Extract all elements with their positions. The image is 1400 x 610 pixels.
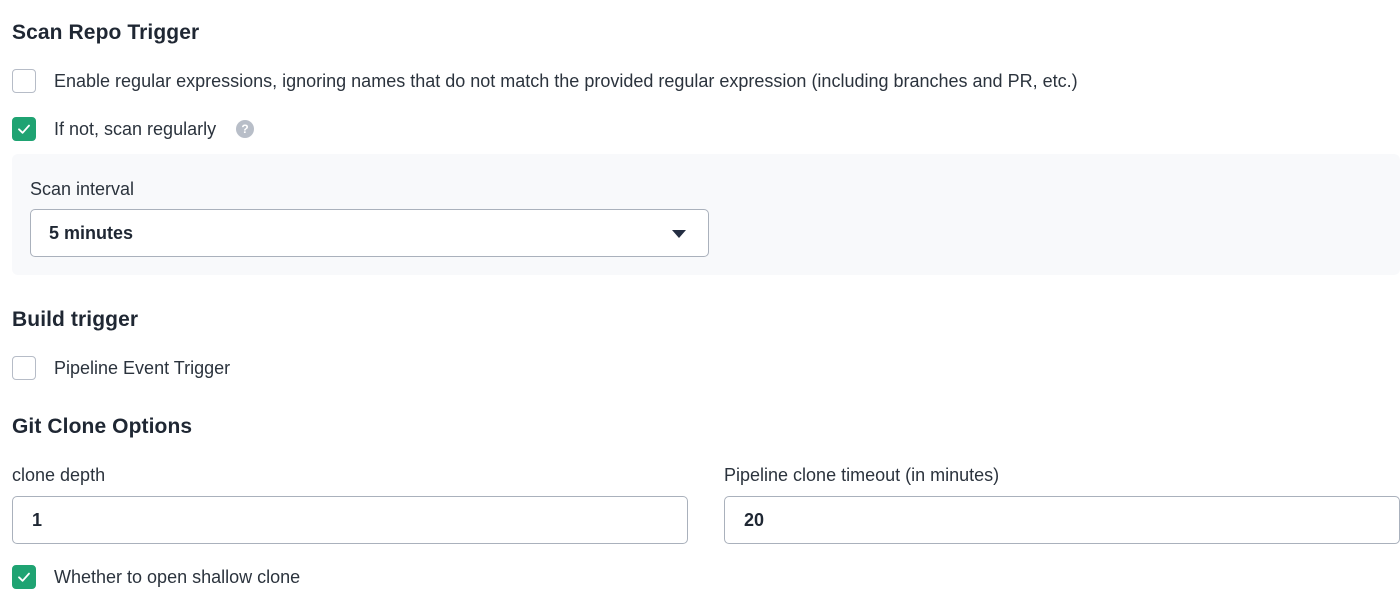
git-clone-options-title: Git Clone Options xyxy=(12,415,193,438)
help-icon[interactable]: ? xyxy=(236,120,255,138)
scan-interval-select[interactable]: 5 minutes xyxy=(30,209,709,257)
checkmark-icon xyxy=(18,572,30,582)
scan-regularly-row[interactable]: If not, scan regularly ? xyxy=(12,116,255,142)
shallow-clone-row[interactable]: Whether to open shallow clone xyxy=(12,564,300,590)
regex-checkbox[interactable] xyxy=(12,69,36,93)
shallow-clone-label: Whether to open shallow clone xyxy=(54,566,301,587)
clone-timeout-input[interactable] xyxy=(724,496,1400,544)
scan-repo-trigger-title: Scan Repo Trigger xyxy=(12,21,200,44)
shallow-clone-checkbox[interactable] xyxy=(12,565,36,589)
pipeline-event-label: Pipeline Event Trigger xyxy=(54,357,231,378)
caret-down-icon xyxy=(672,230,686,238)
regex-option-row[interactable]: Enable regular expressions, ignoring nam… xyxy=(12,68,1078,94)
scan-interval-value: 5 minutes xyxy=(49,222,134,243)
scan-interval-label: Scan interval xyxy=(30,179,135,199)
pipeline-event-row[interactable]: Pipeline Event Trigger xyxy=(12,355,230,381)
scan-regularly-checkbox[interactable] xyxy=(12,117,36,141)
clone-timeout-label: Pipeline clone timeout (in minutes) xyxy=(724,465,1000,485)
clone-depth-input[interactable] xyxy=(12,496,688,544)
regex-option-label: Enable regular expressions, ignoring nam… xyxy=(54,70,1078,91)
pipeline-event-checkbox[interactable] xyxy=(12,356,36,380)
scan-regularly-label: If not, scan regularly xyxy=(54,118,217,139)
checkmark-icon xyxy=(18,124,30,134)
pipeline-settings-form: Scan Repo Trigger Enable regular express… xyxy=(0,0,1400,610)
build-trigger-title: Build trigger xyxy=(12,308,139,331)
clone-depth-label: clone depth xyxy=(12,465,106,485)
